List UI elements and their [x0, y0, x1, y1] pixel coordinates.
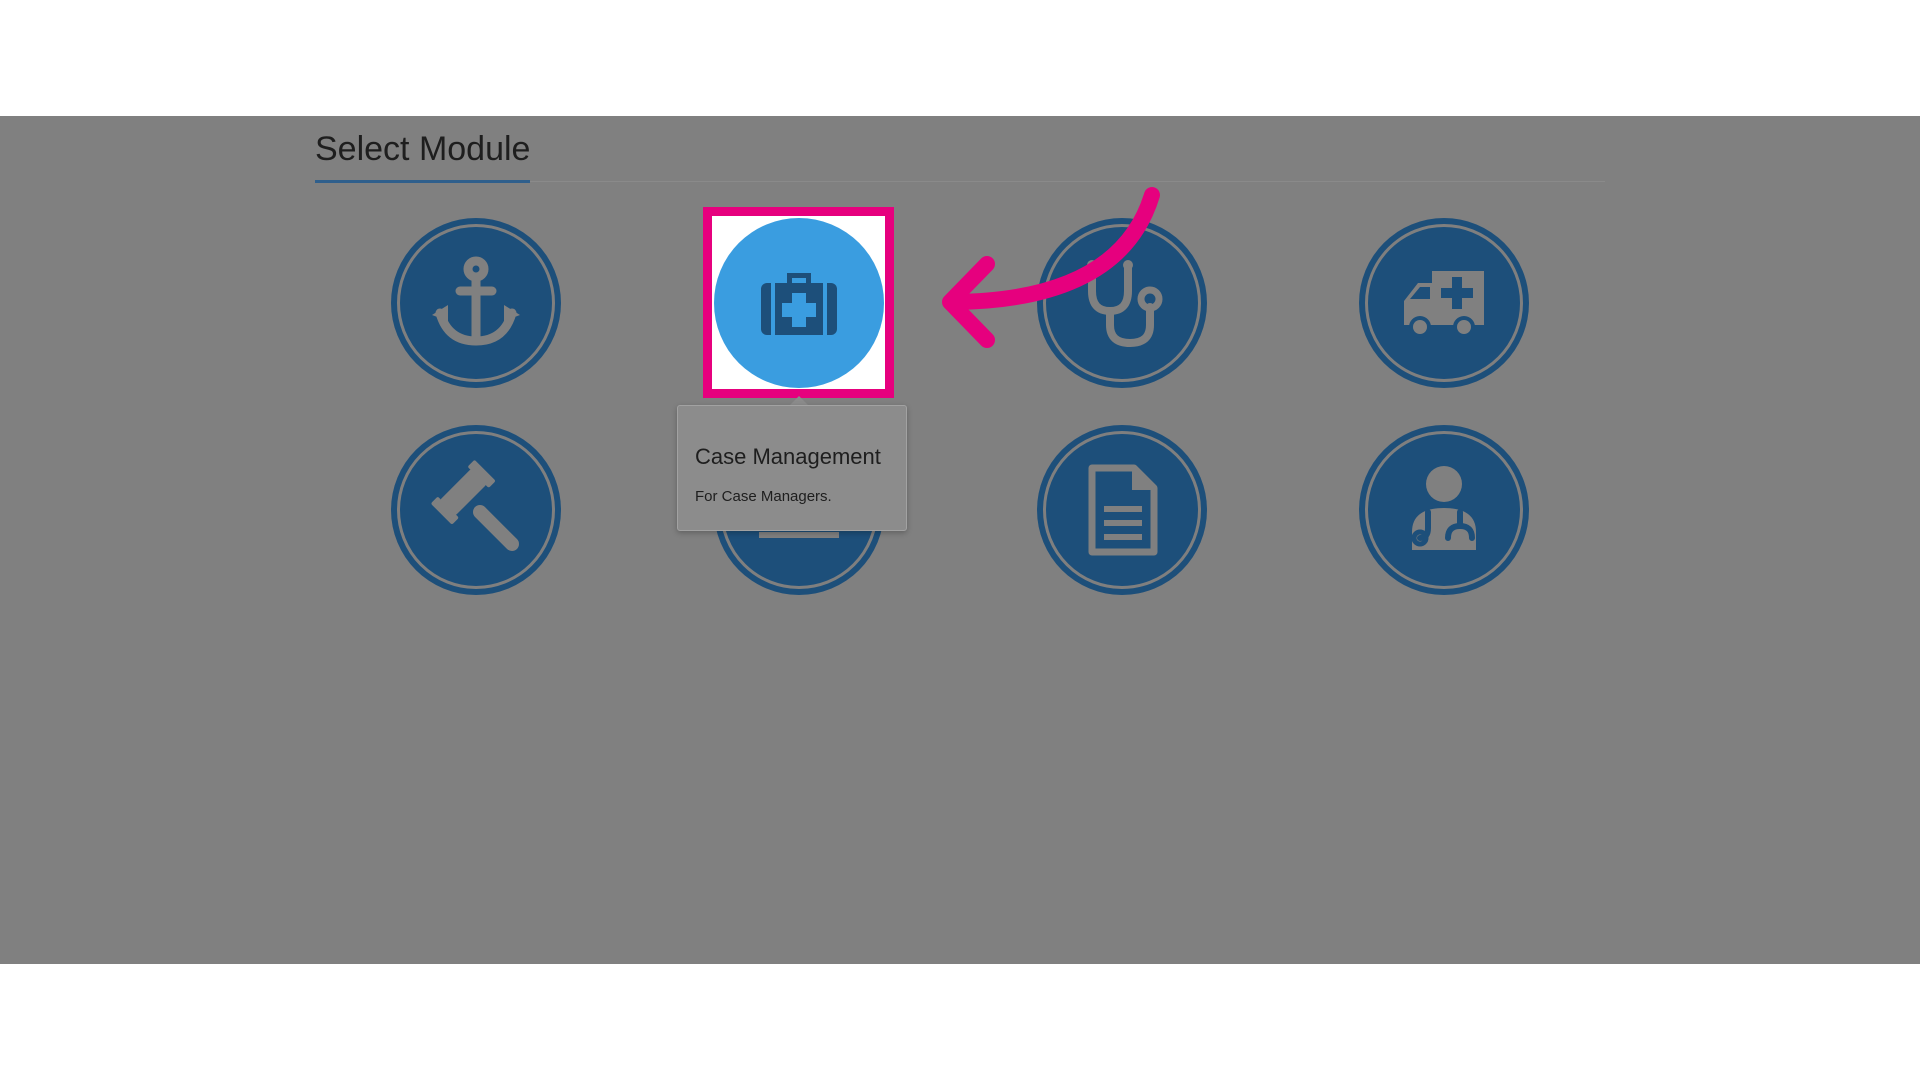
medical-kit-icon	[761, 273, 837, 335]
tooltip-description: For Case Managers.	[695, 488, 832, 505]
module-case-management[interactable]	[714, 218, 884, 388]
module-anchor[interactable]	[391, 218, 561, 388]
ambulance-icon	[1404, 271, 1484, 338]
module-physician[interactable]	[1359, 425, 1529, 595]
stethoscope-icon	[1087, 260, 1163, 348]
divider	[530, 181, 1605, 182]
module-stethoscope[interactable]	[1037, 218, 1207, 388]
module-ambulance[interactable]	[1359, 218, 1529, 388]
document-icon	[1088, 464, 1158, 556]
tooltip-title: Case Management	[695, 444, 881, 469]
doctor-icon	[1411, 466, 1476, 550]
module-legal[interactable]	[391, 425, 561, 595]
modal-overlay	[0, 116, 1920, 964]
page-title: Select Module	[315, 130, 531, 168]
module-documents[interactable]	[1037, 425, 1207, 595]
anchor-icon	[432, 256, 520, 346]
title-underline	[315, 180, 530, 183]
gavel-icon	[431, 460, 519, 551]
module-tooltip: Case Management For Case Managers.	[677, 405, 907, 531]
